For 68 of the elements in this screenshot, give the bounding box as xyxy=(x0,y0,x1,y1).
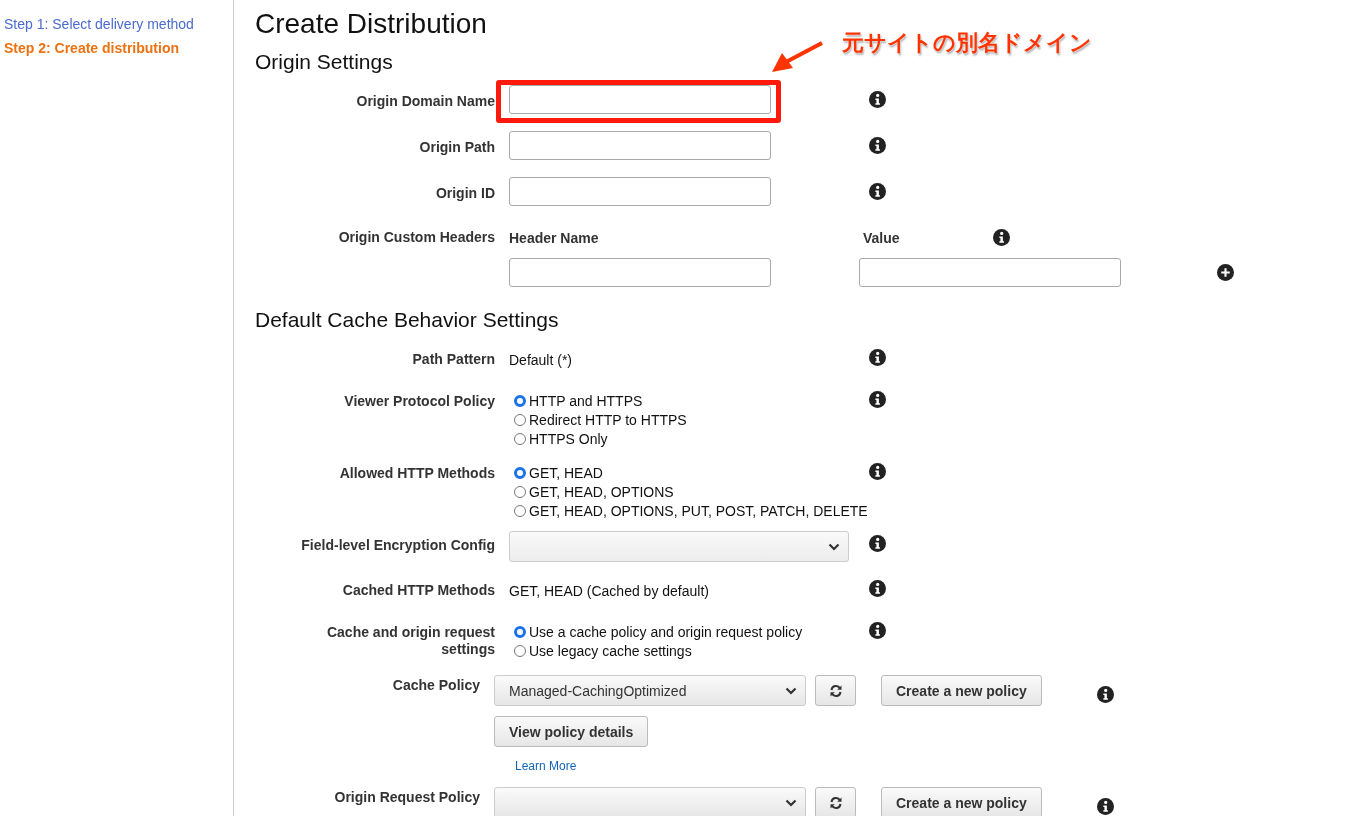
info-icon xyxy=(869,622,886,639)
info-icon xyxy=(1096,798,1114,815)
chevron-down-icon xyxy=(785,686,797,695)
column-heading: Value xyxy=(863,229,901,246)
add-icon[interactable] xyxy=(1217,264,1234,281)
field-label: Origin Path xyxy=(418,138,495,156)
field-label: Path Pattern xyxy=(411,350,495,368)
info-icon xyxy=(869,391,886,408)
radio-button[interactable] xyxy=(514,504,526,517)
create-policy-button[interactable]: Create a new policy xyxy=(881,675,1042,706)
option-label: GET, HEAD, OPTIONS, PUT, POST, PATCH, DELETE xyxy=(529,502,868,519)
option-label: HTTPS Only xyxy=(529,430,608,447)
option-label: Use a cache policy and origin request policy xyxy=(529,623,803,640)
field-value: Default (*) xyxy=(509,351,574,368)
text-field[interactable] xyxy=(509,177,771,206)
field-label: Origin ID xyxy=(434,184,495,202)
info-icon xyxy=(1096,686,1114,703)
field-label: Origin Request Policy xyxy=(333,788,480,806)
page-title: Create Distribution xyxy=(255,8,487,40)
option-label: GET, HEAD xyxy=(529,464,603,481)
dropdown[interactable]: Managed-CachingOptimized xyxy=(494,675,806,706)
field-value: GET, HEAD (Cached by default) xyxy=(509,582,710,599)
info-icon xyxy=(993,229,1010,246)
view-details-button[interactable]: View policy details xyxy=(494,716,649,747)
option-label: GET, HEAD, OPTIONS xyxy=(529,483,674,500)
refresh-icon xyxy=(828,683,843,698)
radio-button[interactable] xyxy=(514,466,526,479)
radio-button[interactable] xyxy=(514,625,526,638)
radio-button[interactable] xyxy=(514,394,526,407)
field-label: Origin Custom Headers xyxy=(337,229,495,246)
chevron-down-icon xyxy=(785,798,797,807)
refresh-button[interactable] xyxy=(815,787,856,816)
info-icon xyxy=(869,91,886,108)
field-label: Allowed HTTP Methods xyxy=(338,464,495,482)
info-icon xyxy=(869,535,886,552)
field-label: Cache Policy xyxy=(391,676,480,694)
info-icon xyxy=(869,463,886,480)
learn-more-link[interactable]: Learn More xyxy=(515,759,577,773)
text-field[interactable] xyxy=(509,131,771,160)
step-link[interactable]: Step 1: Select delivery method xyxy=(4,16,233,32)
field-label: Origin Domain Name xyxy=(355,92,495,110)
option-label: Use legacy cache settings xyxy=(529,642,692,659)
column-heading: Header Name xyxy=(509,229,600,246)
radio-button[interactable] xyxy=(514,485,526,498)
field-label: Viewer Protocol Policy xyxy=(343,392,495,410)
field-label: Cached HTTP Methods xyxy=(341,581,495,599)
dropdown-value: Managed-CachingOptimized xyxy=(509,682,687,699)
section-title: Origin Settings xyxy=(255,50,393,74)
radio-button[interactable] xyxy=(514,432,526,445)
annotation-text: 元サイトの別名ドメイン xyxy=(842,29,1092,57)
radio-button[interactable] xyxy=(514,413,526,426)
info-icon xyxy=(869,580,886,597)
header-value-field[interactable] xyxy=(859,258,1121,287)
refresh-button[interactable] xyxy=(815,675,856,706)
info-icon xyxy=(869,137,886,154)
radio-button[interactable] xyxy=(514,644,526,657)
text-field[interactable] xyxy=(509,85,771,114)
refresh-icon xyxy=(828,795,843,810)
option-label: HTTP and HTTPS xyxy=(529,392,643,409)
info-icon xyxy=(869,349,886,366)
create-policy-button[interactable]: Create a new policy xyxy=(881,787,1042,816)
option-label: Redirect HTTP to HTTPS xyxy=(529,411,687,428)
field-label: Field-level Encryption Config xyxy=(300,536,495,554)
section-title: Default Cache Behavior Settings xyxy=(255,308,559,332)
chevron-down-icon xyxy=(828,542,840,551)
field-label: Cache and origin request settings xyxy=(325,623,495,658)
info-icon xyxy=(869,183,886,200)
header-name-field[interactable] xyxy=(509,258,771,287)
